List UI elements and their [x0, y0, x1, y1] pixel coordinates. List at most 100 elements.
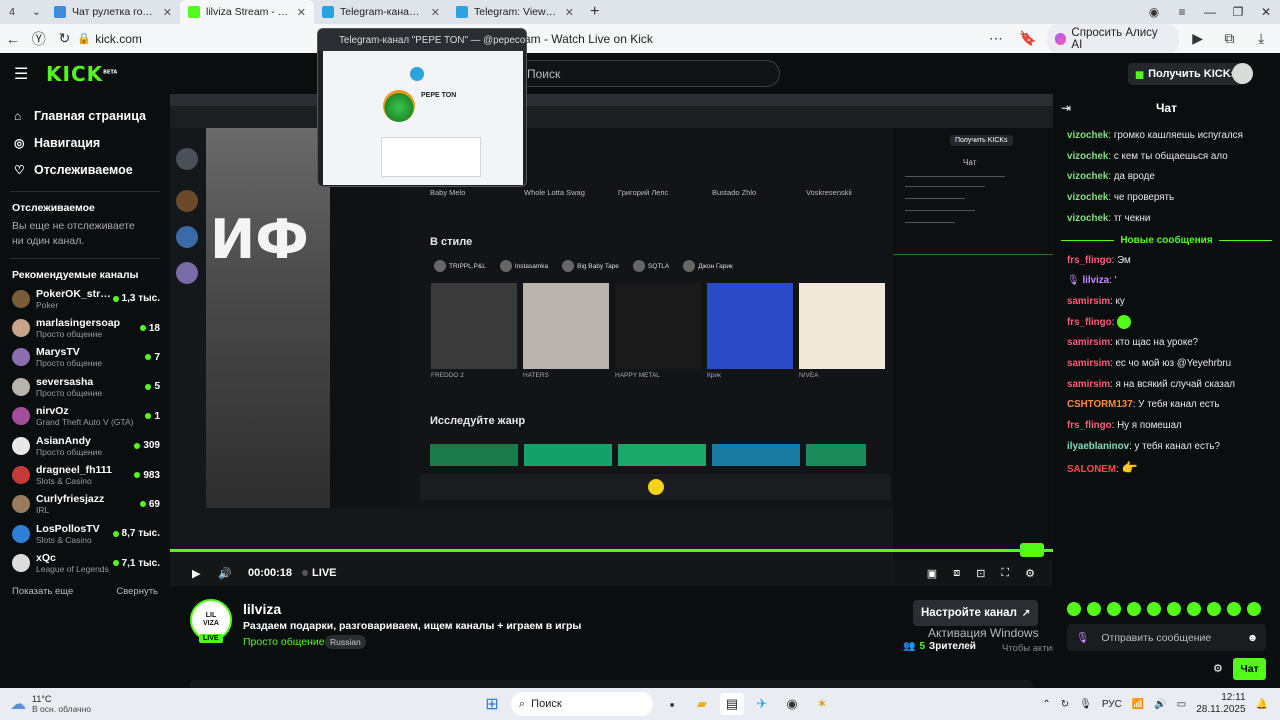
language-indicator[interactable]: РУС	[1102, 699, 1122, 710]
close-tab-icon[interactable]: ✕	[163, 6, 172, 19]
recommended-channel[interactable]: dragneel_fh111 Slots & Casino 983	[0, 460, 170, 489]
video-progress-bar[interactable]	[170, 549, 1053, 552]
recommended-channel[interactable]: seversasha Просто общение 5	[0, 372, 170, 401]
recommended-channel[interactable]: xQc League of Legends 7,1 тыс.	[0, 549, 170, 578]
sidebar-nav-item[interactable]: ♡ Отслеживаемое	[0, 156, 170, 183]
emote-icon[interactable]	[1067, 602, 1081, 616]
emote-icon[interactable]	[1087, 602, 1101, 616]
play-icon[interactable]: ▶	[192, 567, 212, 580]
volume-icon[interactable]: 🔊	[218, 567, 238, 580]
chat-username[interactable]: vizochek	[1067, 192, 1108, 203]
explorer-icon[interactable]: ▰	[690, 693, 714, 715]
chat-username[interactable]: vizochek	[1067, 171, 1108, 182]
chevron-up-icon[interactable]: ⌃	[1042, 699, 1050, 710]
menu-icon[interactable]: ≡	[1168, 5, 1196, 19]
recommended-channel[interactable]: LosPollosTV Slots & Casino 8,7 тыс.	[0, 519, 170, 548]
battery-icon[interactable]: ▭	[1177, 699, 1186, 710]
close-tab-icon[interactable]: ✕	[431, 6, 440, 19]
pip-icon[interactable]: ⊡	[976, 567, 985, 580]
bookmark-icon[interactable]: 🔖	[1015, 30, 1041, 47]
stream-category[interactable]: Просто общение	[243, 636, 325, 648]
settings-icon[interactable]: ⚙	[1025, 567, 1035, 580]
recommended-channel[interactable]: Curlyfriesjazz IRL 69	[0, 490, 170, 519]
chat-username[interactable]: vizochek	[1067, 130, 1108, 141]
sync-icon[interactable]: ↻	[1061, 699, 1069, 710]
setup-channel-button[interactable]: Настройте канал ↗	[913, 600, 1039, 626]
kick-logo[interactable]: KICKBETA	[46, 62, 117, 86]
emoji-icon[interactable]: ☻	[1247, 632, 1258, 644]
browser-tab[interactable]: lilviza Stream - Watch L ✕	[180, 0, 314, 24]
alisa-button[interactable]: Спросить Алису AI	[1046, 23, 1179, 54]
streamer-name[interactable]: lilviza	[243, 601, 281, 617]
clip-icon[interactable]: ⧈	[953, 567, 960, 580]
chat-username[interactable]: vizochek	[1067, 151, 1108, 162]
fullscreen-icon[interactable]: ⛶	[1001, 567, 1009, 580]
emote-icon[interactable]	[1187, 602, 1201, 616]
chat-username[interactable]: samirsim	[1067, 296, 1110, 307]
back-icon[interactable]: ←	[0, 31, 26, 47]
emote-icon[interactable]	[1147, 602, 1161, 616]
weather-widget[interactable]: ☁ 11°C В осн. облачно	[10, 694, 150, 714]
recommended-channel[interactable]: nirvOz Grand Theft Auto V (GTA) 1	[0, 402, 170, 431]
chevron-down-icon[interactable]: ⌄	[24, 0, 46, 24]
hamburger-icon[interactable]: ☰	[14, 64, 34, 84]
task-view-icon[interactable]: ▪	[660, 693, 684, 715]
chat-settings-icon[interactable]: ⚙	[1213, 662, 1223, 675]
obs-icon[interactable]: ◉	[780, 693, 804, 715]
chat-username[interactable]: ilyaeblaninov	[1067, 441, 1129, 452]
emote-icon[interactable]	[1167, 602, 1181, 616]
get-kicks-button[interactable]: ◼ Получить KICKs	[1128, 63, 1244, 85]
minimize-button[interactable]: —	[1196, 5, 1224, 19]
browser-tab[interactable]: Telegram: View @pepeco ✕	[448, 0, 582, 24]
collapse-chat-icon[interactable]: ⇥	[1061, 101, 1071, 115]
emote-icon[interactable]	[1127, 602, 1141, 616]
sidebar-nav-item[interactable]: ⌂ Главная страница	[0, 102, 170, 129]
chat-username[interactable]: frs_flingo	[1067, 255, 1112, 266]
app-icon[interactable]: ✶	[810, 693, 834, 715]
recommended-channel[interactable]: PokerOK_stre... Poker 1,3 тыс.	[0, 284, 170, 313]
microphone-icon[interactable]: 🎙	[1079, 699, 1092, 710]
sidebar-nav-item[interactable]: ◎ Навигация	[0, 129, 170, 156]
chat-input[interactable]: 🎙 Отправить сообщение ☻	[1067, 624, 1266, 651]
chat-username[interactable]: frs_flingo	[1067, 420, 1112, 431]
reload-icon[interactable]: ↻	[52, 30, 78, 47]
emote-icon[interactable]	[1227, 602, 1241, 616]
collections-icon[interactable]: ⧉	[1217, 30, 1243, 47]
theater-icon[interactable]: ▣	[927, 567, 937, 580]
chat-username[interactable]: SALONEM	[1067, 464, 1116, 475]
user-avatar[interactable]	[1232, 63, 1253, 84]
profile-icon[interactable]: ◉	[1140, 5, 1168, 19]
clock[interactable]: 12:11 28.11.2025	[1196, 692, 1245, 716]
tab-count[interactable]: 4	[0, 0, 24, 24]
close-tab-icon[interactable]: ✕	[297, 6, 306, 19]
progress-handle[interactable]	[1020, 543, 1044, 557]
notifications-icon[interactable]: 🔔	[1256, 699, 1268, 710]
show-more-link[interactable]: Показать еще	[12, 586, 73, 597]
browser-tab[interactable]: Telegram-канал "PEPE ✕	[314, 0, 448, 24]
emote-icon[interactable]	[1207, 602, 1221, 616]
browser-tab[interactable]: Чат рулетка голосовая — ✕	[46, 0, 180, 24]
chat-username[interactable]: samirsim	[1067, 337, 1110, 348]
more-icon[interactable]: ⋯	[983, 30, 1009, 47]
media-icon[interactable]: ▶	[1185, 30, 1211, 47]
chat-username[interactable]: lilviza	[1082, 275, 1109, 286]
windows-start-icon[interactable]: ⊞	[480, 693, 504, 715]
language-tag[interactable]: Russian	[325, 635, 366, 649]
speaker-icon[interactable]: 🔊	[1154, 699, 1166, 710]
recommended-channel[interactable]: marlasingersoap Просто общение 18	[0, 313, 170, 342]
chat-username[interactable]: vizochek	[1067, 213, 1108, 224]
download-icon[interactable]: ⤓	[1248, 30, 1274, 47]
recommended-channel[interactable]: AsianAndy Просто общение 309	[0, 431, 170, 460]
chat-username[interactable]: CSHTORM137	[1067, 399, 1133, 410]
lock-icon[interactable]: 🔒	[77, 32, 95, 45]
taskbar-search[interactable]: ⌕ Поиск	[511, 692, 653, 716]
chat-username[interactable]: samirsim	[1067, 358, 1110, 369]
yandex-icon[interactable]: Ⓨ	[26, 29, 52, 49]
notepad-icon[interactable]: ▤	[720, 693, 744, 715]
new-tab-button[interactable]: +	[582, 0, 607, 24]
maximize-button[interactable]: ❐	[1224, 5, 1252, 19]
recommended-channel[interactable]: MarysTV Просто общение 7	[0, 343, 170, 372]
emote-icon[interactable]	[1247, 602, 1261, 616]
emote-icon[interactable]	[1107, 602, 1121, 616]
close-window-button[interactable]: ✕	[1252, 5, 1280, 19]
